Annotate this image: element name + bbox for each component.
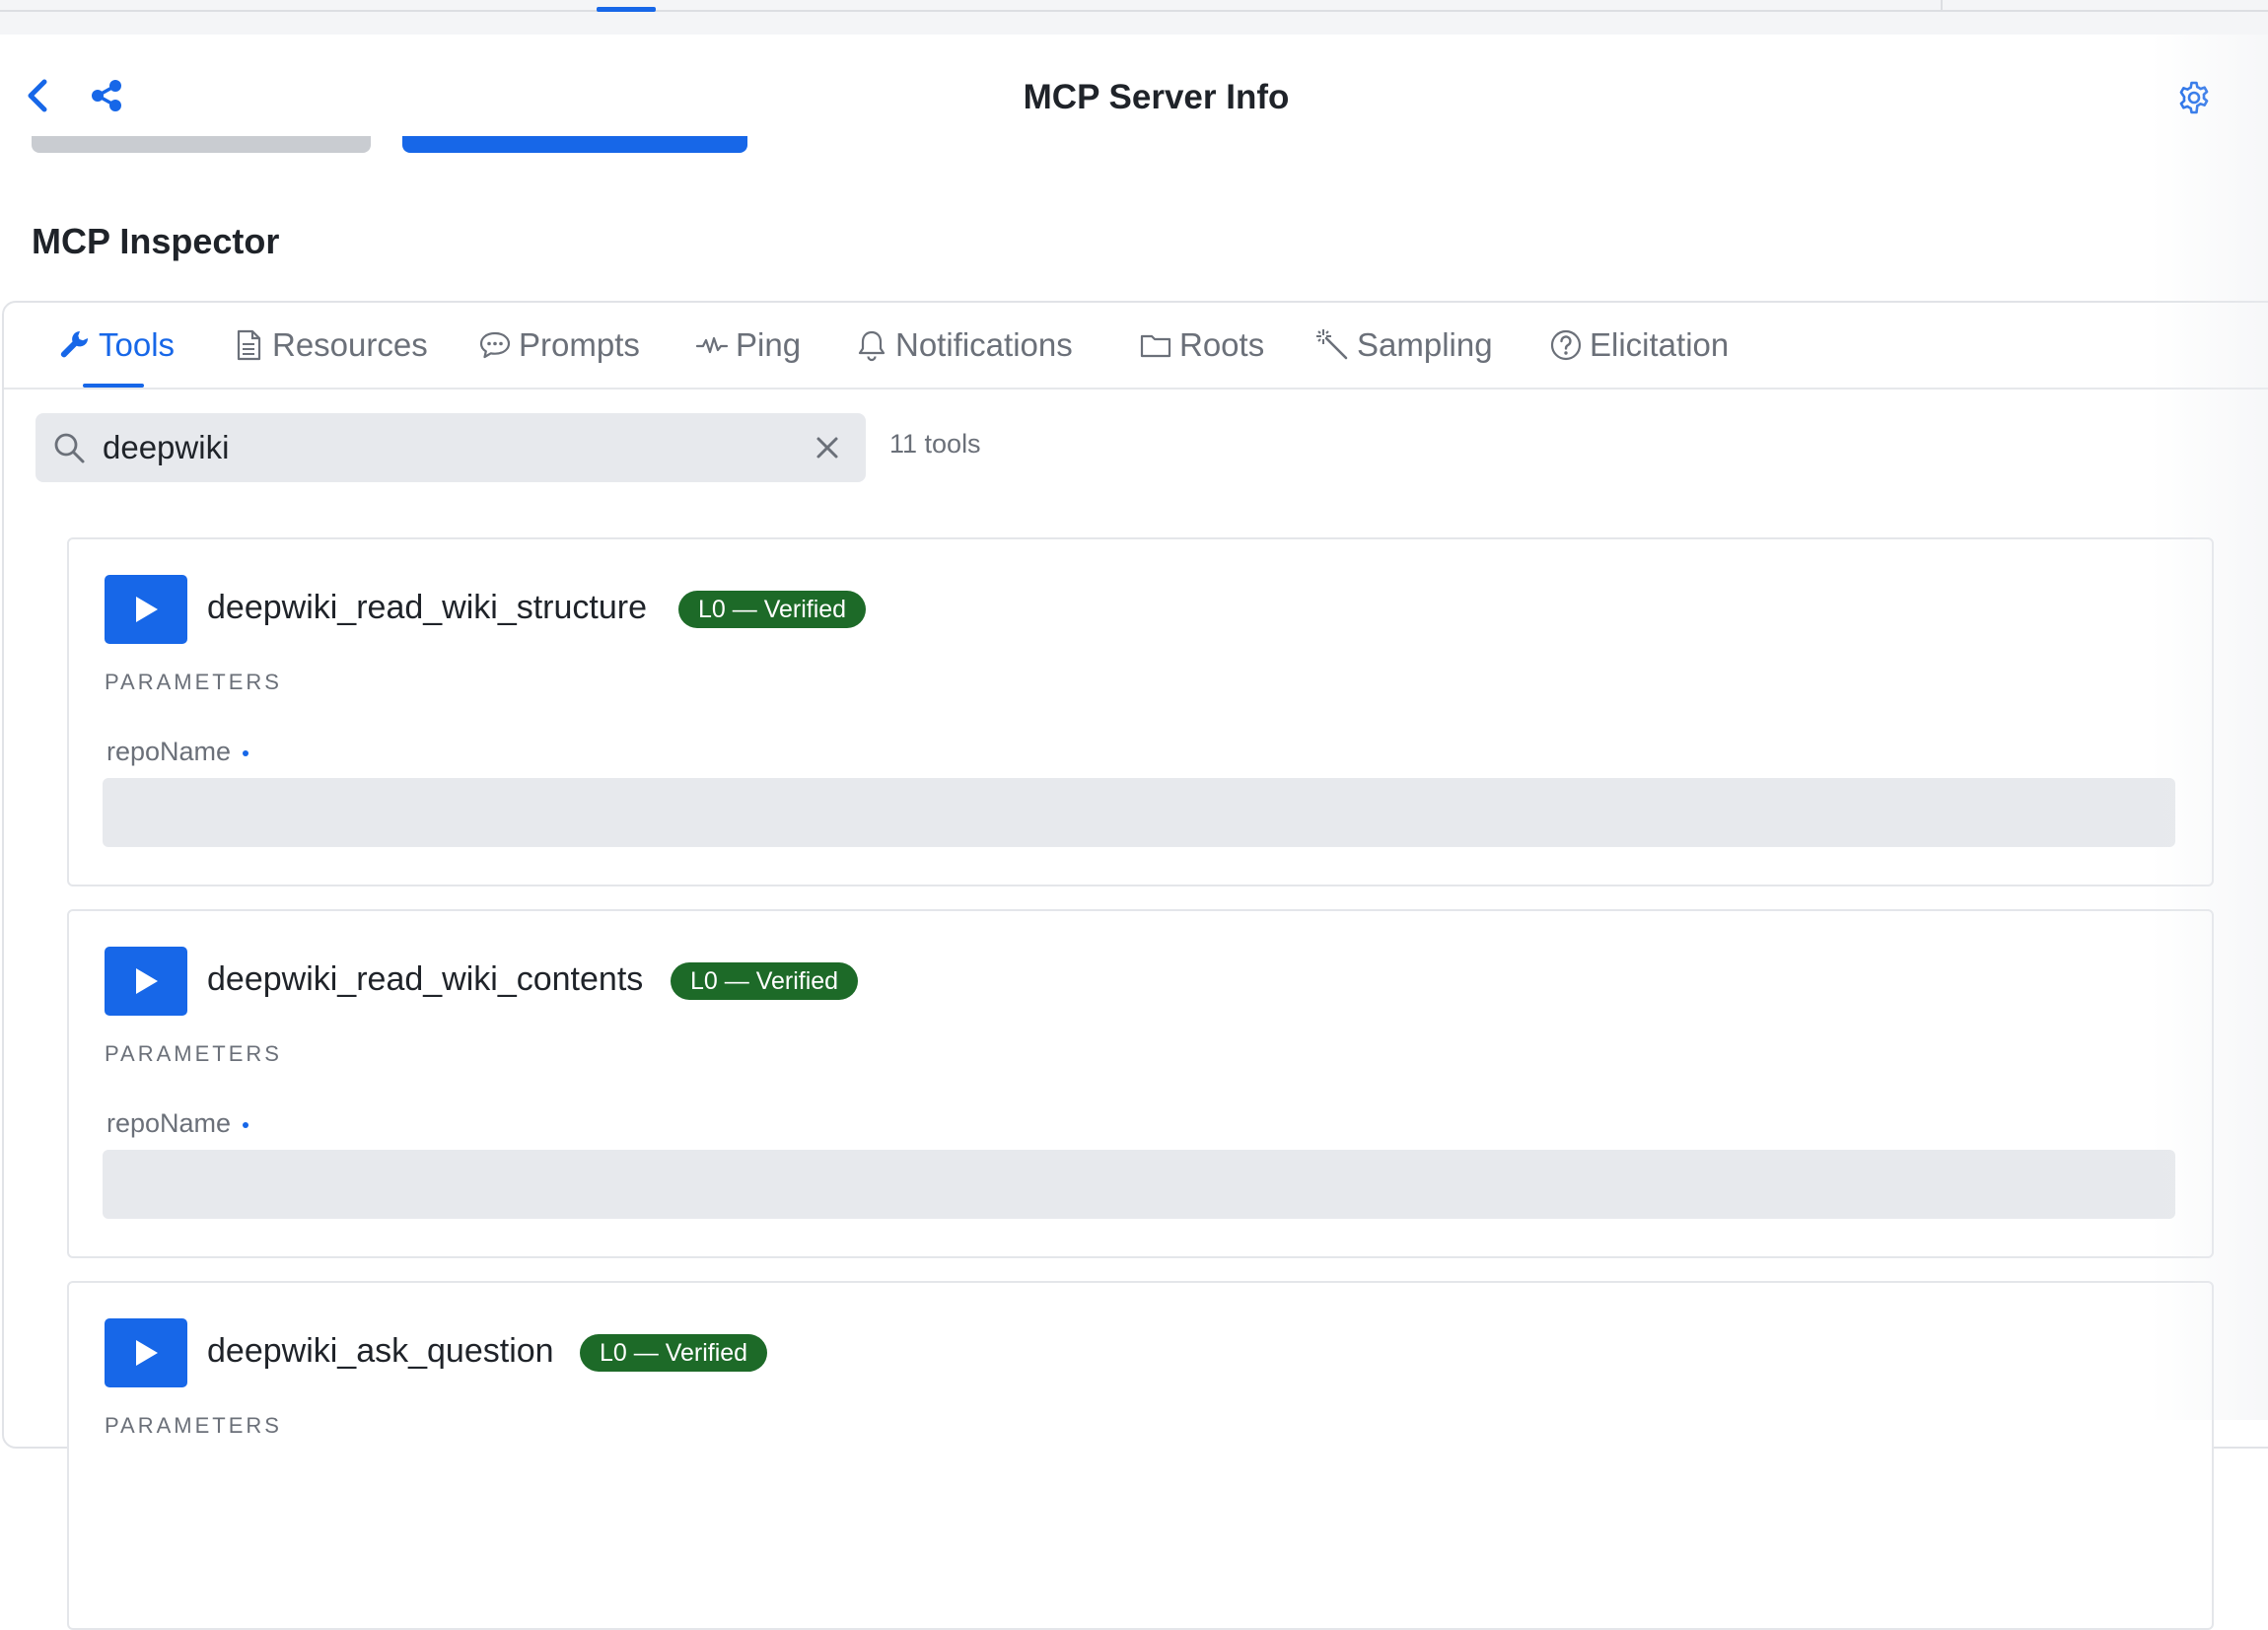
tab-label: Notifications bbox=[895, 326, 1073, 363]
tab-prompts[interactable]: Prompts bbox=[477, 303, 640, 388]
parameters-heading: PARAMETERS bbox=[105, 670, 282, 694]
tab-roots[interactable]: Roots bbox=[1138, 303, 1264, 388]
tool-count: 11 tools bbox=[889, 429, 981, 459]
tab-sampling[interactable]: Sampling bbox=[1315, 303, 1493, 388]
run-tool-button[interactable] bbox=[105, 947, 187, 1016]
tab-ping[interactable]: Ping bbox=[694, 303, 801, 388]
tool-name: deepwiki_ask_question bbox=[207, 1332, 554, 1370]
settings-button[interactable] bbox=[2174, 78, 2214, 117]
parameter-input[interactable] bbox=[103, 1150, 2175, 1219]
bell-icon bbox=[854, 327, 889, 363]
play-icon bbox=[136, 1340, 158, 1366]
magic-wand-icon bbox=[1315, 327, 1351, 363]
play-icon bbox=[136, 597, 158, 622]
parameter-input[interactable] bbox=[103, 778, 2175, 847]
tool-card: deepwiki_ask_question L0 — Verified PARA… bbox=[67, 1281, 2214, 1630]
tool-name: deepwiki_read_wiki_contents bbox=[207, 960, 644, 998]
primary-action-button[interactable] bbox=[402, 136, 747, 153]
parameters-heading: PARAMETERS bbox=[105, 1413, 282, 1438]
secondary-action-button[interactable] bbox=[32, 136, 371, 153]
verification-badge: L0 — Verified bbox=[580, 1334, 768, 1372]
tool-card: deepwiki_read_wiki_structure L0 — Verifi… bbox=[67, 537, 2214, 886]
inspector-panel: Tools Resources Prompts Ping Notificatio… bbox=[2, 301, 2268, 1630]
active-tab-indicator bbox=[83, 384, 144, 388]
search-icon bbox=[54, 433, 85, 463]
folder-icon bbox=[1138, 327, 1173, 363]
parameter-label: repoName bbox=[106, 1108, 249, 1139]
share-icon bbox=[92, 80, 121, 111]
tab-bar: Tools Resources Prompts Ping Notificatio… bbox=[4, 303, 2268, 390]
pulse-icon bbox=[694, 327, 730, 363]
parameter-name: repoName bbox=[106, 737, 232, 766]
tab-notifications[interactable]: Notifications bbox=[854, 303, 1073, 388]
back-button[interactable] bbox=[20, 76, 55, 115]
question-circle-icon bbox=[1548, 327, 1584, 363]
search-box[interactable] bbox=[35, 413, 866, 482]
strip-active-indicator[interactable] bbox=[597, 7, 656, 12]
run-tool-button[interactable] bbox=[105, 1318, 187, 1387]
chat-bubble-icon bbox=[477, 327, 513, 363]
strip-divider bbox=[0, 10, 2268, 12]
tab-resources[interactable]: Resources bbox=[231, 303, 428, 388]
tab-tools[interactable]: Tools bbox=[57, 303, 175, 388]
search-input[interactable] bbox=[103, 423, 783, 472]
tab-label: Roots bbox=[1179, 326, 1265, 363]
verification-badge: L0 — Verified bbox=[671, 962, 859, 1000]
parameters-heading: PARAMETERS bbox=[105, 1041, 282, 1066]
chevron-left-icon bbox=[28, 79, 47, 112]
parameter-name: repoName bbox=[106, 1108, 232, 1138]
wrench-icon bbox=[57, 327, 93, 363]
clear-icon[interactable] bbox=[810, 430, 845, 465]
required-indicator bbox=[243, 1121, 249, 1128]
tab-label: Sampling bbox=[1357, 326, 1493, 363]
tool-card: deepwiki_read_wiki_contents L0 — Verifie… bbox=[67, 909, 2214, 1258]
page-title: MCP Server Info bbox=[1023, 78, 1290, 116]
section-title: MCP Inspector bbox=[32, 221, 280, 261]
verification-badge: L0 — Verified bbox=[678, 591, 867, 628]
required-indicator bbox=[243, 749, 249, 756]
strip-separator bbox=[1941, 0, 1943, 10]
run-tool-button[interactable] bbox=[105, 575, 187, 644]
tool-name: deepwiki_read_wiki_structure bbox=[207, 589, 648, 626]
parameter-label: repoName bbox=[106, 737, 249, 767]
tab-label: Elicitation bbox=[1590, 326, 1730, 363]
gear-icon bbox=[2179, 81, 2209, 114]
tab-label: Ping bbox=[736, 326, 802, 363]
tab-label: Resources bbox=[272, 326, 428, 363]
play-icon bbox=[136, 968, 158, 994]
tab-elicitation[interactable]: Elicitation bbox=[1548, 303, 1729, 388]
share-button[interactable] bbox=[87, 76, 126, 115]
tab-label: Prompts bbox=[519, 326, 640, 363]
document-icon bbox=[231, 327, 266, 363]
top-tab-strip bbox=[0, 0, 2268, 35]
tab-label: Tools bbox=[99, 326, 176, 363]
